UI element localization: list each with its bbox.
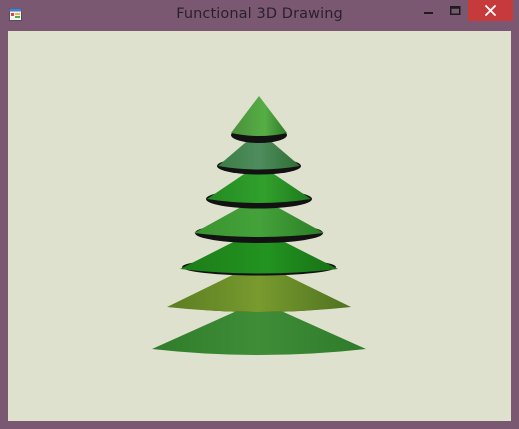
- close-button[interactable]: [468, 0, 513, 21]
- title-bar[interactable]: Functional 3D Drawing: [0, 0, 519, 31]
- tree-tier-1: [231, 96, 287, 143]
- close-icon: [485, 5, 496, 16]
- maximize-icon: [449, 5, 460, 15]
- minimize-icon: [424, 11, 433, 14]
- minimize-button[interactable]: [416, 0, 442, 21]
- drawing-canvas[interactable]: [8, 31, 511, 421]
- app-window: Functional 3D Drawing: [0, 0, 519, 429]
- maximize-button[interactable]: [442, 0, 468, 21]
- tree-render: [152, 96, 366, 355]
